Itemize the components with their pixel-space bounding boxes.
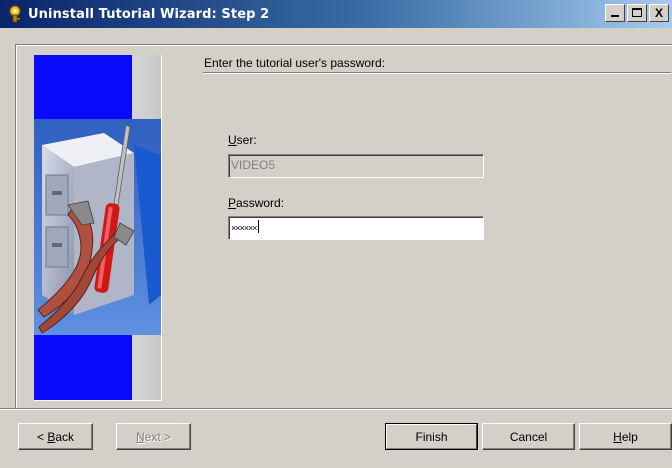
user-field-value: VIDEO5 — [231, 158, 276, 172]
finish-button[interactable]: Finish — [385, 423, 478, 450]
heading-divider — [203, 72, 671, 74]
window-controls: X — [603, 4, 669, 22]
back-button[interactable]: < Back — [18, 423, 93, 450]
cancel-button[interactable]: Cancel — [482, 423, 575, 450]
close-icon: X — [654, 6, 663, 20]
minimize-icon — [611, 15, 619, 17]
maximize-icon — [632, 8, 642, 17]
next-button[interactable]: Next > — [116, 423, 191, 450]
password-field[interactable]: ×××××× — [228, 216, 484, 240]
wizard-window: Uninstall Tutorial Wizard: Step 2 X Ente… — [0, 0, 672, 468]
minimize-button[interactable] — [605, 4, 625, 22]
help-button[interactable]: Help — [579, 423, 672, 450]
close-button[interactable]: X — [649, 4, 669, 22]
password-field-value: ×××××× — [231, 223, 258, 233]
password-label: Password: — [228, 196, 285, 210]
filing-cabinet-with-tools-icon — [34, 55, 162, 401]
title-bar[interactable]: Uninstall Tutorial Wizard: Step 2 X — [0, 0, 672, 28]
user-label: User: — [228, 133, 257, 147]
wizard-key-icon — [6, 5, 24, 23]
page-heading: Enter the tutorial user's password: — [204, 56, 386, 70]
user-field[interactable]: VIDEO5 — [228, 154, 484, 178]
maximize-button[interactable] — [627, 4, 647, 22]
window-title: Uninstall Tutorial Wizard: Step 2 — [28, 6, 270, 22]
button-bar-divider — [0, 408, 672, 410]
